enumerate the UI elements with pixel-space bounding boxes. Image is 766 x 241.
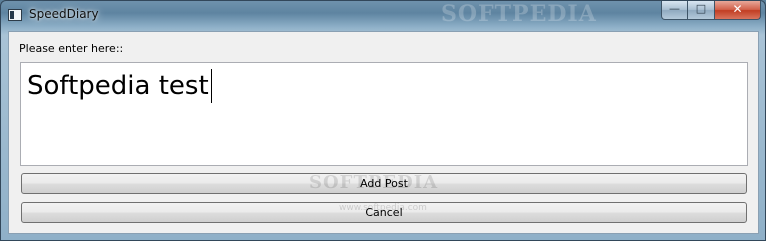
maximize-icon: □: [695, 2, 707, 15]
client-area: Please enter here:: Softpedia test Add P…: [8, 31, 759, 234]
diary-text-input[interactable]: Softpedia test: [20, 62, 748, 166]
app-icon: [8, 9, 22, 21]
cancel-button[interactable]: Cancel: [21, 202, 747, 223]
text-caret: [210, 69, 212, 103]
title-watermark: SOFTPEDIA: [441, 1, 597, 27]
title-bar[interactable]: SpeedDiary SOFTPEDIA — □ ✕: [1, 1, 765, 31]
minimize-icon: —: [669, 2, 680, 15]
minimize-button[interactable]: —: [661, 1, 688, 20]
close-icon: ✕: [732, 2, 743, 16]
maximize-button[interactable]: □: [688, 1, 715, 20]
add-post-button[interactable]: Add Post: [21, 173, 747, 194]
app-window: SpeedDiary SOFTPEDIA — □ ✕ Please enter …: [0, 0, 766, 241]
window-title: SpeedDiary: [29, 7, 99, 21]
prompt-label: Please enter here::: [19, 42, 124, 55]
editor-value: Softpedia test: [27, 71, 209, 101]
editor-content: Softpedia test: [27, 69, 212, 103]
caption-buttons: — □ ✕: [661, 1, 761, 21]
close-button[interactable]: ✕: [715, 1, 761, 20]
